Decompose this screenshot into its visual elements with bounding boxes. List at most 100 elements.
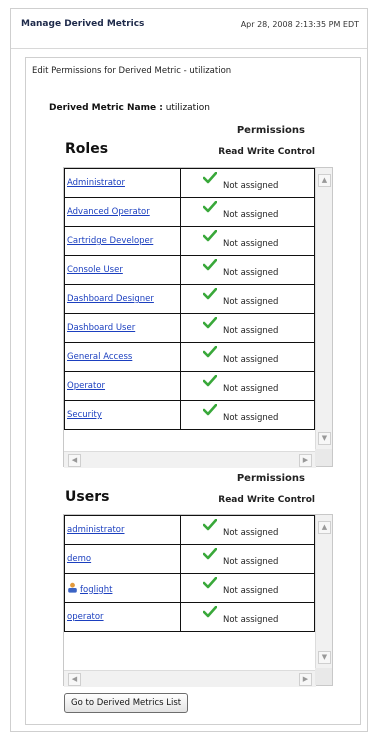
name-text: General Access — [67, 352, 133, 362]
roles-scroll-pane[interactable]: Administrator Not assigned Advanced Operat… — [63, 167, 333, 468]
checkmark-icon — [202, 200, 218, 213]
scroll-corner — [315, 668, 332, 685]
checkmark-icon — [202, 229, 218, 242]
scroll-up-icon[interactable]: ▲ — [318, 521, 331, 534]
table-row: Security Not assigned — [64, 400, 315, 430]
scroll-down-icon[interactable]: ▼ — [318, 432, 331, 445]
roles-name-link[interactable]: Cartridge Developer — [67, 236, 178, 246]
users-vertical-scrollbar[interactable]: ▲ ▼ — [315, 515, 332, 670]
table-row: Cartridge Developer Not assigned — [64, 226, 315, 256]
name-cell: operator — [64, 602, 181, 632]
table-row: Console User Not assigned — [64, 255, 315, 285]
users-horizontal-scrollbar[interactable]: ◀ ▶ — [64, 670, 316, 687]
name-cell: Dashboard User — [64, 313, 181, 343]
scroll-right-icon[interactable]: ▶ — [299, 673, 312, 686]
scroll-right-icon[interactable]: ▶ — [299, 454, 312, 467]
permission-status: Not assigned — [223, 268, 279, 278]
users-header: Users Permissions Read Write Control — [65, 473, 315, 507]
checkmark-icon — [202, 287, 218, 300]
permission-status: Not assigned — [223, 586, 279, 596]
name-text: Security — [67, 410, 102, 420]
checkmark-icon — [202, 258, 218, 271]
table-row: General Access Not assigned — [64, 342, 315, 372]
checkmark-icon — [202, 316, 218, 329]
roles-name-link[interactable]: Advanced Operator — [67, 207, 178, 217]
roles-name-link[interactable]: Dashboard User — [67, 323, 178, 333]
table-row: Advanced Operator Not assigned — [64, 197, 315, 227]
permission-cell[interactable]: Not assigned — [180, 602, 315, 632]
name-cell: Cartridge Developer — [64, 226, 181, 256]
name-cell: Advanced Operator — [64, 197, 181, 227]
name-text: demo — [67, 554, 92, 564]
permission-cell[interactable]: Not assigned — [180, 371, 315, 401]
name-cell: foglight — [64, 573, 181, 603]
permission-status: Not assigned — [223, 297, 279, 307]
name-cell: Dashboard Designer — [64, 284, 181, 314]
name-cell: Security — [64, 400, 181, 430]
roles-name-link[interactable]: Security — [67, 410, 178, 420]
app-frame: Manage Derived Metrics Apr 28, 2008 2:13… — [10, 8, 368, 732]
checkmark-icon — [202, 518, 218, 531]
permission-status: Not assigned — [223, 413, 279, 423]
user-icon — [67, 582, 78, 593]
name-text: foglight — [80, 584, 113, 595]
name-text: operator — [67, 612, 104, 622]
name-cell: General Access — [64, 342, 181, 372]
table-row: Operator Not assigned — [64, 371, 315, 401]
permission-cell[interactable]: Not assigned — [180, 544, 315, 574]
permission-status: Not assigned — [223, 355, 279, 365]
name-text: Dashboard Designer — [67, 294, 154, 304]
permission-cell[interactable]: Not assigned — [180, 313, 315, 343]
users-name-link[interactable]: administrator — [67, 525, 178, 535]
permission-cell[interactable]: Not assigned — [180, 515, 315, 545]
roles-name-link[interactable]: Administrator — [67, 178, 178, 188]
scroll-up-icon[interactable]: ▲ — [318, 174, 331, 187]
name-cell: demo — [64, 544, 181, 574]
users-name-link[interactable]: demo — [67, 554, 178, 564]
table-row: operator Not assigned — [64, 602, 315, 632]
roles-title: Roles — [65, 141, 109, 157]
permission-cell[interactable]: Not assigned — [180, 255, 315, 285]
table-row: demo Not assigned — [64, 544, 315, 574]
derived-metric-name-label: Derived Metric Name : — [49, 103, 163, 113]
derived-metric-name-value: utilization — [165, 103, 210, 113]
permission-cell[interactable]: Not assigned — [180, 573, 315, 603]
permission-cell[interactable]: Not assigned — [180, 284, 315, 314]
permission-status: Not assigned — [223, 615, 279, 625]
permission-cell[interactable]: Not assigned — [180, 400, 315, 430]
checkmark-icon — [202, 374, 218, 387]
roles-name-link[interactable]: Dashboard Designer — [67, 294, 178, 304]
table-row: Dashboard User Not assigned — [64, 313, 315, 343]
permission-cell[interactable]: Not assigned — [180, 226, 315, 256]
permission-cell[interactable]: Not assigned — [180, 197, 315, 227]
scroll-down-icon[interactable]: ▼ — [318, 651, 331, 664]
permission-status: Not assigned — [223, 528, 279, 538]
checkmark-icon — [202, 605, 218, 618]
permission-status: Not assigned — [223, 384, 279, 394]
go-to-derived-metrics-list-button[interactable]: Go to Derived Metrics List — [64, 693, 189, 713]
roles-horizontal-scrollbar[interactable]: ◀ ▶ — [64, 451, 316, 468]
name-text: Console User — [67, 265, 123, 275]
permission-status: Not assigned — [223, 326, 279, 336]
users-title: Users — [65, 489, 110, 505]
users-table: administrator Not assigned demo Not assigne… — [64, 515, 315, 632]
roles-table: Administrator Not assigned Advanced Operat… — [64, 168, 315, 430]
users-name-link[interactable]: foglight — [67, 582, 178, 595]
users-name-link[interactable]: operator — [67, 612, 178, 622]
permission-cell[interactable]: Not assigned — [180, 342, 315, 372]
name-cell: Console User — [64, 255, 181, 285]
name-text: Operator — [67, 381, 106, 391]
page-header: Manage Derived Metrics Apr 28, 2008 2:13… — [11, 9, 367, 49]
checkmark-icon — [202, 576, 218, 589]
scroll-corner — [315, 449, 332, 466]
timestamp: Apr 28, 2008 2:13:35 PM EDT — [240, 20, 359, 29]
roles-name-link[interactable]: General Access — [67, 352, 178, 362]
users-scroll-pane[interactable]: administrator Not assigned demo Not assigne… — [63, 514, 333, 687]
roles-name-link[interactable]: Operator — [67, 381, 178, 391]
scroll-left-icon[interactable]: ◀ — [68, 673, 81, 686]
checkmark-icon — [202, 171, 218, 184]
roles-vertical-scrollbar[interactable]: ▲ ▼ — [315, 168, 332, 451]
roles-name-link[interactable]: Console User — [67, 265, 178, 275]
scroll-left-icon[interactable]: ◀ — [68, 454, 81, 467]
permission-cell[interactable]: Not assigned — [180, 168, 315, 198]
